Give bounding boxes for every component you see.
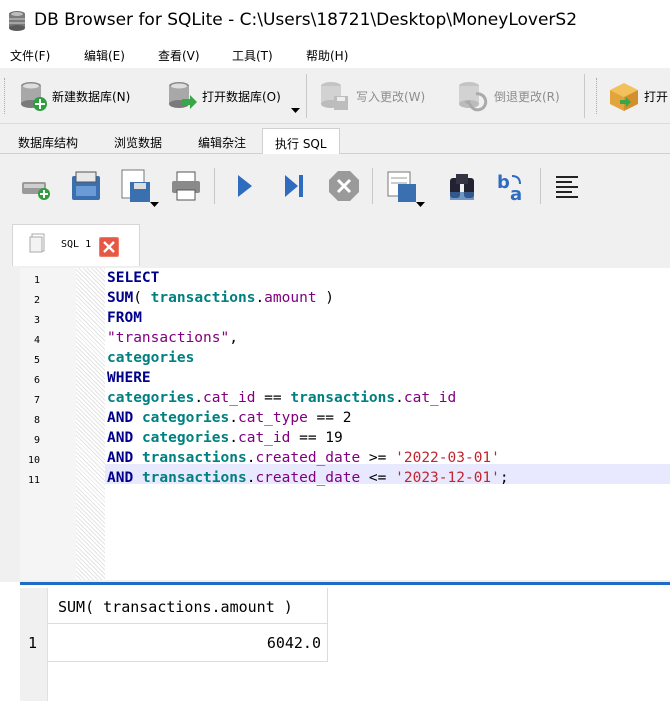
line-number: 5 [33, 355, 40, 366]
open-project-label: 打开 [644, 89, 669, 104]
stop-execution-icon[interactable] [326, 168, 362, 204]
execute-current-line-icon[interactable] [276, 168, 312, 204]
code-line: AND categories.cat_id == 19 [107, 430, 343, 446]
sql-tab-bar: SQL 1 [0, 216, 670, 266]
menu-view[interactable]: 查看(V) [158, 47, 200, 64]
sql-toolbar: b a [0, 154, 670, 216]
open-project-button[interactable]: 打开 [606, 78, 668, 114]
comment-block-icon[interactable] [552, 168, 588, 204]
new-database-button[interactable]: 新建数据库(N) [18, 78, 130, 114]
revert-changes-button[interactable]: 倒退更改(R) [456, 78, 560, 114]
menu-file[interactable]: 文件(F) [10, 47, 50, 64]
write-changes-button[interactable]: 写入更改(W) [318, 78, 425, 114]
tab-execute-sql[interactable]: 执行 SQL [262, 128, 340, 155]
revert-changes-label: 倒退更改(R) [494, 89, 560, 104]
open-tab-icon[interactable] [18, 168, 54, 204]
menu-tools[interactable]: 工具(T) [232, 47, 273, 64]
execute-all-icon[interactable] [226, 168, 262, 204]
open-sql-file-icon[interactable] [68, 168, 104, 204]
window-title: DB Browser for SQLite - C:\Users\18721\D… [34, 10, 578, 30]
toolbar-separator [540, 168, 541, 204]
tab-database-structure[interactable]: 数据库结构 [6, 128, 90, 154]
open-database-icon [169, 82, 197, 109]
toolbar-separator [306, 74, 307, 118]
grid-corner[interactable] [20, 588, 48, 624]
menu-help[interactable]: 帮助(H) [306, 47, 348, 64]
line-number: 3 [33, 315, 40, 326]
line-number: 10 [27, 455, 40, 466]
line-number-gutter: 1 2 3 4 5 6 7 8 9 10 11 [20, 268, 76, 580]
fold-margin [76, 268, 105, 580]
tab-sql-1[interactable]: SQL 1 [12, 224, 140, 266]
code-line: categories [107, 350, 195, 366]
find-replace-icon[interactable]: b a [494, 168, 530, 204]
code-line: SELECT [107, 270, 160, 286]
row-number[interactable]: 1 [20, 624, 48, 662]
svg-text:b: b [497, 172, 510, 193]
main-toolbar: 新建数据库(N) 打开数据库(O) 写入更改(W) 倒退更改(R) 打开 [0, 68, 670, 124]
write-changes-label: 写入更改(W) [356, 89, 426, 104]
code-line: FROM [107, 310, 142, 326]
result-cell[interactable]: 6042.0 [48, 624, 328, 662]
line-number: 2 [33, 295, 40, 306]
code-line: AND categories.cat_type == 2 [107, 410, 352, 426]
code-line: WHERE [107, 370, 151, 386]
line-number: 1 [33, 275, 40, 286]
editor-results-splitter[interactable] [20, 582, 670, 585]
title-bar: DB Browser for SQLite - C:\Users\18721\D… [0, 0, 670, 42]
database-app-icon [9, 11, 25, 31]
toolbar-separator [584, 74, 585, 118]
sql-editor[interactable]: 1 2 3 4 5 6 7 8 9 10 11 SELECT SUM( tran… [20, 268, 670, 580]
toolbar-grip[interactable] [4, 78, 7, 114]
new-database-label: 新建数据库(N) [52, 89, 131, 104]
code-line: categories.cat_id == transactions.cat_id [107, 390, 457, 406]
toolbar-grip[interactable] [596, 78, 599, 114]
toolbar-separator [372, 168, 373, 204]
open-project-icon [610, 83, 638, 111]
sql-tab-label: SQL 1 [61, 239, 92, 250]
menu-edit[interactable]: 编辑(E) [84, 47, 125, 64]
tab-edit-pragmas[interactable]: 编辑杂注 [186, 128, 258, 154]
main-tab-bar: 数据库结构 浏览数据 编辑杂注 执行 SQL [0, 124, 670, 155]
column-header[interactable]: SUM( transactions.amount ) [48, 588, 328, 624]
line-number: 4 [33, 335, 40, 346]
chevron-down-icon[interactable] [150, 202, 159, 208]
save-sql-file-icon[interactable] [118, 168, 154, 204]
line-number: 7 [33, 395, 40, 406]
svg-text:a: a [510, 184, 522, 204]
code-line: AND transactions.created_date >= '2022-0… [107, 450, 500, 466]
toolbar-separator [214, 168, 215, 204]
execute-sql-panel: b a SQL 1 1 2 3 4 5 6 7 8 9 10 11 SELECT… [0, 154, 670, 701]
results-grid: SUM( transactions.amount ) 1 6042.0 [20, 588, 670, 701]
find-icon[interactable] [444, 168, 480, 204]
sql-editor-area: 1 2 3 4 5 6 7 8 9 10 11 SELECT SUM( tran… [0, 266, 670, 582]
tab-browse-data[interactable]: 浏览数据 [102, 128, 174, 154]
save-results-icon[interactable] [384, 168, 420, 204]
line-number: 6 [33, 375, 40, 386]
chevron-down-icon[interactable] [291, 108, 300, 114]
open-database-button[interactable]: 打开数据库(O) [166, 78, 281, 114]
line-number: 11 [27, 475, 40, 486]
new-database-icon [21, 82, 47, 111]
revert-changes-icon [459, 82, 488, 112]
close-icon[interactable] [99, 237, 119, 257]
chevron-down-icon[interactable] [416, 202, 425, 208]
code-line: AND transactions.created_date <= '2023-1… [107, 470, 509, 486]
code-line: "transactions", [107, 330, 238, 346]
line-number: 8 [33, 415, 40, 426]
code-line: SUM( transactions.amount ) [107, 290, 335, 306]
line-number: 9 [33, 435, 40, 446]
menu-bar: 文件(F) 编辑(E) 查看(V) 工具(T) 帮助(H) [0, 42, 670, 68]
sql-document-icon [29, 233, 45, 253]
open-database-label: 打开数据库(O) [202, 89, 281, 104]
write-changes-icon [321, 82, 348, 110]
print-icon[interactable] [168, 168, 204, 204]
